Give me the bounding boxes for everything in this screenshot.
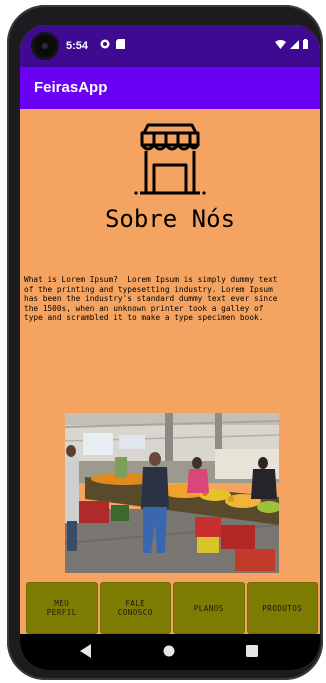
planos-button[interactable]: PLANOS bbox=[173, 582, 245, 634]
back-icon[interactable] bbox=[80, 644, 92, 658]
bottom-nav-buttons: MEU PERFIL FALE CONOSCO PLANOS PRODUTOS bbox=[26, 582, 318, 634]
home-icon[interactable] bbox=[163, 645, 175, 657]
market-stall-icon bbox=[134, 123, 206, 195]
page-title: Sobre Nós bbox=[104, 205, 236, 233]
produtos-button[interactable]: PRODUTOS bbox=[246, 582, 318, 634]
description-text: What is Lorem Ipsum? Lorem Ipsum is simp… bbox=[24, 275, 278, 322]
app-bar: FeirasApp bbox=[20, 67, 320, 109]
status-time: 5:54 bbox=[66, 40, 89, 52]
wifi-icon bbox=[275, 39, 286, 49]
signal-icon bbox=[290, 39, 299, 49]
app-notification-icon bbox=[100, 39, 110, 49]
recents-icon[interactable] bbox=[246, 645, 258, 657]
system-navigation-bar bbox=[20, 634, 320, 670]
market-photo bbox=[65, 413, 279, 573]
front-camera bbox=[34, 35, 56, 57]
battery-icon bbox=[303, 39, 308, 49]
status-bar: 5:54 bbox=[20, 25, 320, 67]
fale-conosco-button[interactable]: FALE CONOSCO bbox=[99, 582, 171, 634]
sd-card-icon bbox=[116, 39, 125, 49]
screen: 5:54 FeirasApp Sobre Nós What is Lorem I… bbox=[20, 25, 320, 670]
meu-perfil-button[interactable]: MEU PERFIL bbox=[26, 582, 98, 634]
main-content: Sobre Nós What is Lorem Ipsum? Lorem Ips… bbox=[20, 109, 320, 609]
app-title: FeirasApp bbox=[34, 79, 108, 96]
